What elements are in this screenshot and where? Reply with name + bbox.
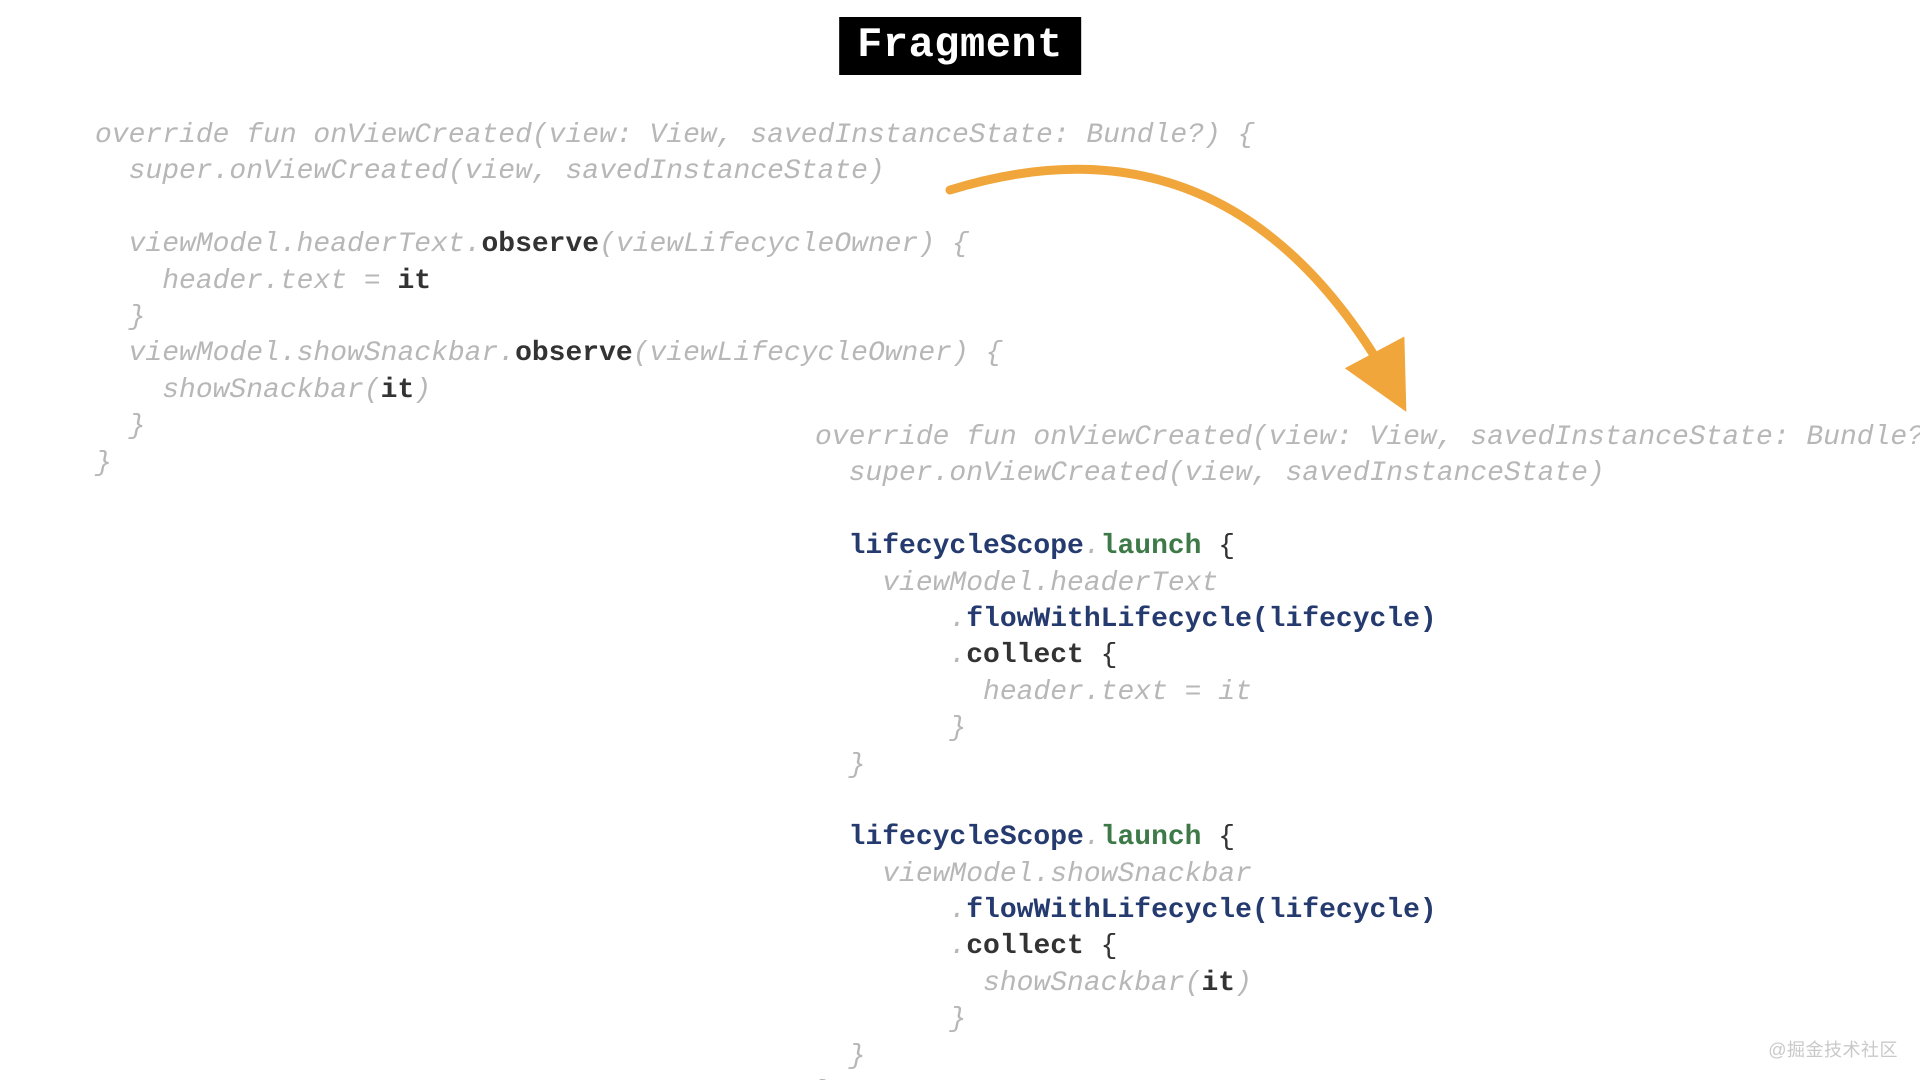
slide: Fragment override fun onViewCreated(view…: [0, 0, 1920, 1080]
page-title: Fragment: [839, 17, 1081, 75]
watermark: @掘金技术社区: [1768, 1036, 1898, 1062]
code-block-after: override fun onViewCreated(view: View, s…: [815, 420, 1920, 1080]
